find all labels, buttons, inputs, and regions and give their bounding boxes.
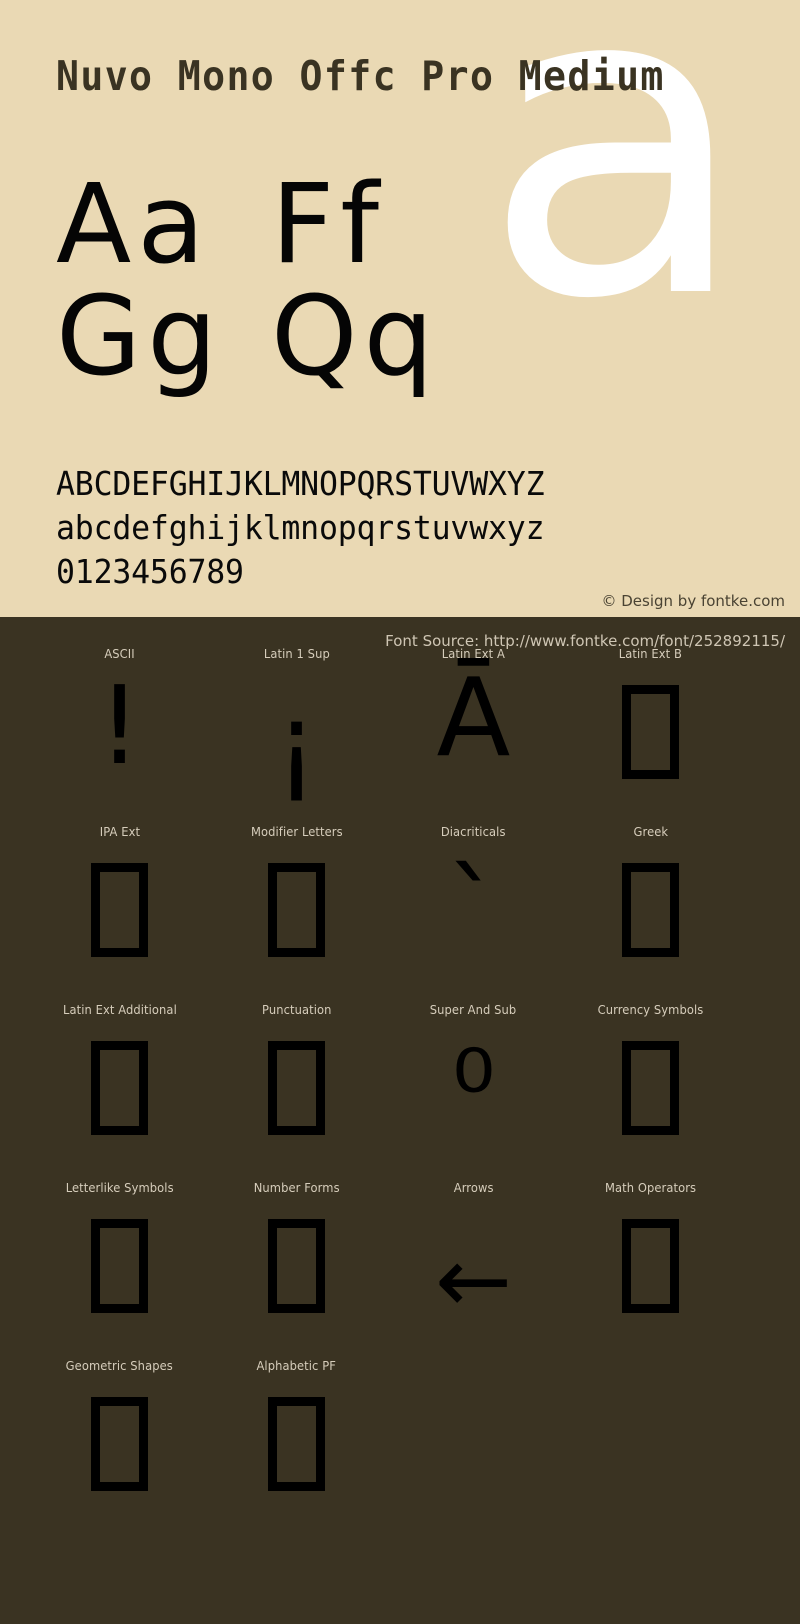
unicode-block-sample-glyph: Ā [436, 656, 511, 781]
unicode-block-label: Arrows [453, 1180, 494, 1195]
missing-glyph-box-icon [91, 863, 148, 957]
missing-glyph-box-icon [622, 1219, 679, 1313]
unicode-block-cell[interactable]: Geometric Shapes [31, 1357, 208, 1535]
unicode-block-sample-glyph: ¡ [274, 682, 319, 807]
character-set-preview: ABCDEFGHIJKLMNOPQRSTUVWXYZ abcdefghijklm… [56, 464, 756, 596]
unicode-block-label: Greek [633, 824, 668, 839]
unicode-block-sample-glyph: ⁰ [451, 1028, 496, 1153]
unicode-block-label: Latin Ext Additional [62, 1002, 177, 1017]
unicode-block-label: Latin 1 Sup [263, 646, 330, 661]
missing-glyph-box-icon [268, 1219, 325, 1313]
unicode-block-cell[interactable]: Latin Ext AĀ [385, 645, 562, 823]
font-title: Nuvo Mono Offc Pro Medium [56, 52, 665, 100]
unicode-block-cell[interactable]: Punctuation [208, 1001, 385, 1179]
unicode-block-label: Alphabetic PF [256, 1358, 337, 1373]
sample-row: Gg Qq [56, 280, 486, 392]
missing-glyph-box-icon [268, 1041, 325, 1135]
missing-glyph-box-icon [622, 685, 679, 779]
large-sample-letters: Aa Ff Gg Qq [56, 168, 486, 392]
unicode-block-sample-glyph: ! [97, 664, 142, 789]
unicode-block-cell[interactable]: Diacriticals ˋ [385, 823, 562, 1001]
unicode-block-label: Super And Sub [430, 1002, 517, 1017]
unicode-block-cell[interactable]: Modifier Letters [208, 823, 385, 1001]
design-credit: © Design by fontke.com [601, 592, 785, 610]
missing-glyph-box-icon [91, 1397, 148, 1491]
unicode-block-sample-glyph: ← [434, 1227, 513, 1334]
unicode-block-cell[interactable]: Math Operators [562, 1179, 739, 1357]
unicode-block-label: Diacriticals [441, 824, 506, 839]
unicode-block-cell[interactable]: ASCII! [31, 645, 208, 823]
missing-glyph-box-icon [622, 1041, 679, 1135]
unicode-block-label: Geometric Shapes [65, 1358, 174, 1373]
lowercase-row: abcdefghijklmnopqrstuvwxyz [56, 508, 545, 547]
missing-glyph-box-icon [622, 863, 679, 957]
sample-row: Aa Ff [56, 168, 486, 280]
unicode-block-cell[interactable]: Latin 1 Sup ¡ [208, 645, 385, 823]
sample-pair-aa: Aa [56, 160, 211, 288]
unicode-block-label: IPA Ext [99, 824, 140, 839]
unicode-block-label: Modifier Letters [250, 824, 343, 839]
missing-glyph-box-icon [91, 1041, 148, 1135]
unicode-blocks-panel: Font Source: http://www.fontke.com/font/… [0, 617, 800, 1624]
digits-row: 0123456789 [56, 552, 244, 591]
sample-pair-qq: Qq [271, 272, 440, 400]
unicode-block-cell[interactable]: Currency Symbols [562, 1001, 739, 1179]
sample-pair-gg: Gg [56, 272, 224, 400]
missing-glyph-box-icon [91, 1219, 148, 1313]
unicode-block-label: Math Operators [604, 1180, 697, 1195]
unicode-block-label: Latin Ext A [441, 646, 506, 661]
missing-glyph-box-icon [268, 863, 325, 957]
missing-glyph-box-icon [268, 1397, 325, 1491]
uppercase-row: ABCDEFGHIJKLMNOPQRSTUVWXYZ [56, 464, 545, 503]
unicode-block-cell[interactable]: IPA Ext [31, 823, 208, 1001]
unicode-block-cell[interactable]: Greek [562, 823, 739, 1001]
unicode-block-cell[interactable]: Latin Ext B [562, 645, 739, 823]
unicode-block-cell[interactable]: Latin Ext Additional [31, 1001, 208, 1179]
unicode-block-cell[interactable]: Super And Sub ⁰ [385, 1001, 562, 1179]
unicode-block-cell[interactable]: Alphabetic PF [208, 1357, 385, 1535]
unicode-block-label: Currency Symbols [597, 1002, 704, 1017]
unicode-block-label: Number Forms [253, 1180, 340, 1195]
unicode-block-cell[interactable]: Arrows ← [385, 1179, 562, 1357]
unicode-block-label: Letterlike Symbols [65, 1180, 174, 1195]
sample-pair-ff: Ff [271, 160, 385, 288]
unicode-block-label: Punctuation [261, 1002, 332, 1017]
unicode-blocks-grid: ASCII! Latin 1 Sup ¡ Latin Ext A Ā Latin Ext … [0, 645, 800, 1535]
font-preview-panel: a Nuvo Mono Offc Pro Medium Aa Ff Gg Qq … [0, 0, 800, 617]
unicode-block-sample-glyph: ˋ [446, 848, 501, 973]
font-specimen-page: a Nuvo Mono Offc Pro Medium Aa Ff Gg Qq … [0, 0, 800, 1624]
unicode-block-cell[interactable]: Letterlike Symbols [31, 1179, 208, 1357]
unicode-block-label: ASCII [104, 646, 135, 661]
unicode-block-cell[interactable]: Number Forms [208, 1179, 385, 1357]
unicode-block-label: Latin Ext B [618, 646, 683, 661]
